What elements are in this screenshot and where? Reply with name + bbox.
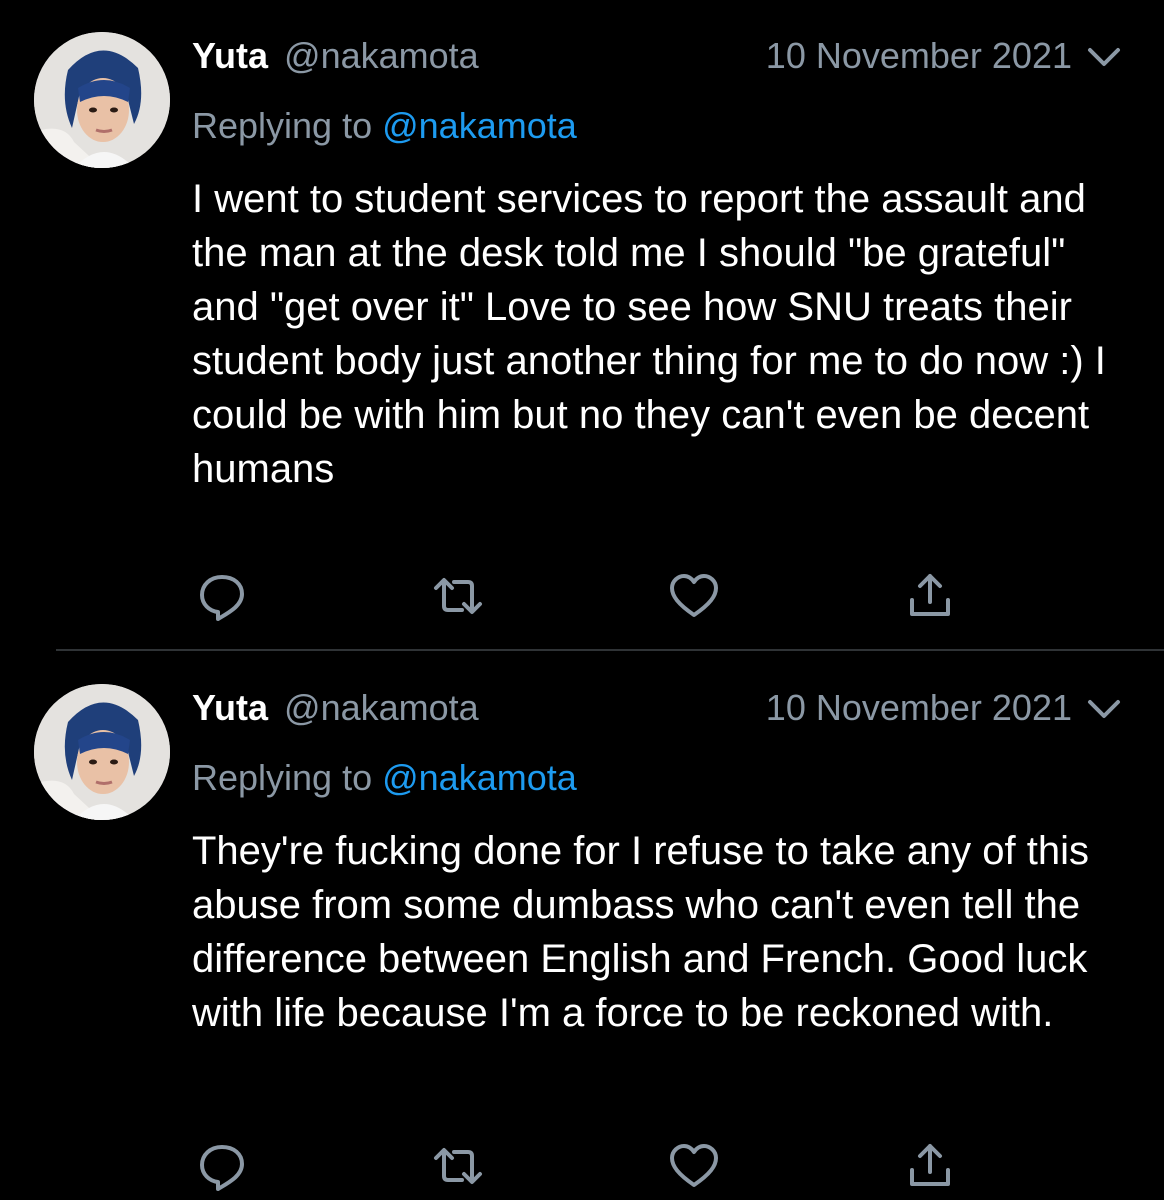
chevron-down-icon[interactable] bbox=[1084, 42, 1124, 72]
tweet-date[interactable]: 10 November 2021 bbox=[766, 686, 1072, 730]
like-button[interactable] bbox=[664, 1138, 724, 1194]
avatar-image bbox=[34, 684, 170, 820]
retweet-icon bbox=[434, 1148, 482, 1184]
replying-to: Replying to @nakamota bbox=[192, 104, 577, 148]
tweet-divider bbox=[56, 649, 1164, 651]
display-name[interactable]: Yuta bbox=[192, 687, 268, 729]
avatar[interactable] bbox=[34, 32, 170, 168]
share-button[interactable] bbox=[900, 568, 960, 624]
tweet-date[interactable]: 10 November 2021 bbox=[766, 34, 1072, 78]
avatar[interactable] bbox=[34, 684, 170, 820]
reply-button[interactable] bbox=[192, 568, 252, 624]
share-button[interactable] bbox=[900, 1138, 960, 1194]
avatar-image bbox=[34, 32, 170, 168]
timeline: Yuta @nakamota 10 November 2021 Replying… bbox=[0, 0, 1164, 1200]
replying-to-label: Replying to bbox=[192, 105, 383, 146]
like-icon bbox=[670, 1144, 718, 1187]
mention-link[interactable]: @nakamota bbox=[382, 105, 577, 146]
reply-icon bbox=[200, 575, 244, 621]
reply-icon bbox=[200, 1145, 244, 1191]
tweet-text: They're fucking done for I refuse to tak… bbox=[192, 829, 1090, 1035]
share-icon bbox=[910, 1144, 950, 1186]
retweet-button[interactable] bbox=[428, 1138, 488, 1194]
user-handle[interactable]: @nakamota bbox=[284, 687, 479, 729]
user-handle[interactable]: @nakamota bbox=[284, 35, 479, 77]
retweet-icon bbox=[434, 578, 482, 614]
share-icon bbox=[910, 574, 950, 616]
tweet[interactable]: Yuta @nakamota 10 November 2021 Replying… bbox=[0, 0, 1164, 650]
replying-to: Replying to @nakamota bbox=[192, 756, 577, 800]
replying-to-label: Replying to bbox=[192, 757, 383, 798]
like-button[interactable] bbox=[664, 568, 724, 624]
retweet-button[interactable] bbox=[428, 568, 488, 624]
tweet-actions bbox=[192, 1138, 972, 1194]
like-icon bbox=[670, 574, 718, 617]
display-name[interactable]: Yuta bbox=[192, 35, 268, 77]
tweet[interactable]: Yuta @nakamota 10 November 2021 Replying… bbox=[0, 652, 1164, 1200]
reply-button[interactable] bbox=[192, 1138, 252, 1194]
tweet-header: Yuta @nakamota 10 November 2021 bbox=[192, 686, 1124, 730]
tweet-actions bbox=[192, 568, 972, 624]
chevron-down-icon[interactable] bbox=[1084, 694, 1124, 724]
tweet-text: I went to student services to report the… bbox=[192, 177, 1106, 491]
tweet-header: Yuta @nakamota 10 November 2021 bbox=[192, 34, 1124, 78]
mention-link[interactable]: @nakamota bbox=[382, 757, 577, 798]
